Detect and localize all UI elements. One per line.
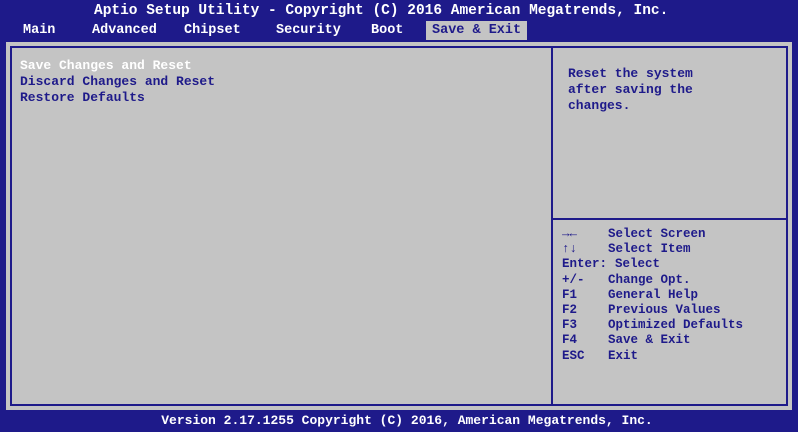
key-label: F2 [562, 303, 578, 318]
horizontal-divider [553, 218, 786, 220]
key-label: Enter: [562, 257, 608, 272]
key-desc: Optimized Defaults [608, 318, 744, 333]
key-row-f4: F4 Save & Exit [562, 333, 743, 348]
key-row-change-opt: +/- Change Opt. [562, 273, 743, 288]
key-label: F1 [562, 287, 578, 302]
key-label: F3 [562, 318, 578, 333]
key-desc: Previous Values [608, 303, 721, 318]
key-row-f2: F2 Previous Values [562, 303, 743, 318]
tab-chipset[interactable]: Chipset [184, 21, 241, 40]
key-row-select-item: ↑↓ Select Item [562, 242, 743, 257]
left-right-arrows-icon: →← [562, 227, 578, 241]
menu-item-discard-changes-and-reset[interactable]: Discard Changes and Reset [20, 74, 215, 90]
header-bar: Aptio Setup Utility - Copyright (C) 2016… [0, 0, 798, 42]
menu-item-restore-defaults[interactable]: Restore Defaults [20, 90, 215, 106]
key-row-enter: Enter: Select [562, 257, 743, 272]
key-desc: Select Screen [608, 227, 706, 241]
key-label: F4 [562, 333, 578, 348]
key-legend: →← Select Screen ↑↓ Select Item Enter: S… [562, 227, 743, 364]
key-row-f1: F1 General Help [562, 288, 743, 303]
key-label: ESC [562, 348, 585, 363]
up-down-arrows-icon: ↑↓ [562, 242, 578, 257]
key-desc: Select Item [608, 242, 691, 257]
key-row-select-screen: →← Select Screen [562, 227, 743, 242]
tab-security[interactable]: Security [276, 21, 341, 40]
tab-main[interactable]: Main [23, 21, 55, 40]
key-label: +/- [562, 272, 585, 287]
tab-save-exit[interactable]: Save & Exit [426, 21, 528, 40]
tab-boot[interactable]: Boot [371, 21, 403, 40]
tab-bar: Main Advanced Chipset Security Boot Save… [0, 21, 798, 40]
menu-list: Save Changes and Reset Discard Changes a… [20, 58, 215, 106]
key-desc: Select [615, 257, 661, 272]
key-row-f3: F3 Optimized Defaults [562, 318, 743, 333]
key-row-esc: ESC Exit [562, 349, 743, 364]
key-desc: Change Opt. [608, 272, 691, 287]
key-desc: Save & Exit [608, 333, 691, 348]
menu-item-save-changes-and-reset[interactable]: Save Changes and Reset [20, 58, 215, 74]
key-desc: Exit [608, 348, 639, 363]
footer-bar: Version 2.17.1255 Copyright (C) 2016, Am… [0, 410, 798, 432]
key-desc: General Help [608, 287, 699, 302]
main-panel: Save Changes and Reset Discard Changes a… [6, 42, 792, 410]
header-title: Aptio Setup Utility - Copyright (C) 2016… [94, 3, 669, 19]
footer-text: Version 2.17.1255 Copyright (C) 2016, Am… [161, 413, 653, 428]
tab-advanced[interactable]: Advanced [92, 21, 157, 40]
help-text: Reset the system after saving the change… [568, 66, 693, 113]
vertical-divider [551, 48, 553, 404]
